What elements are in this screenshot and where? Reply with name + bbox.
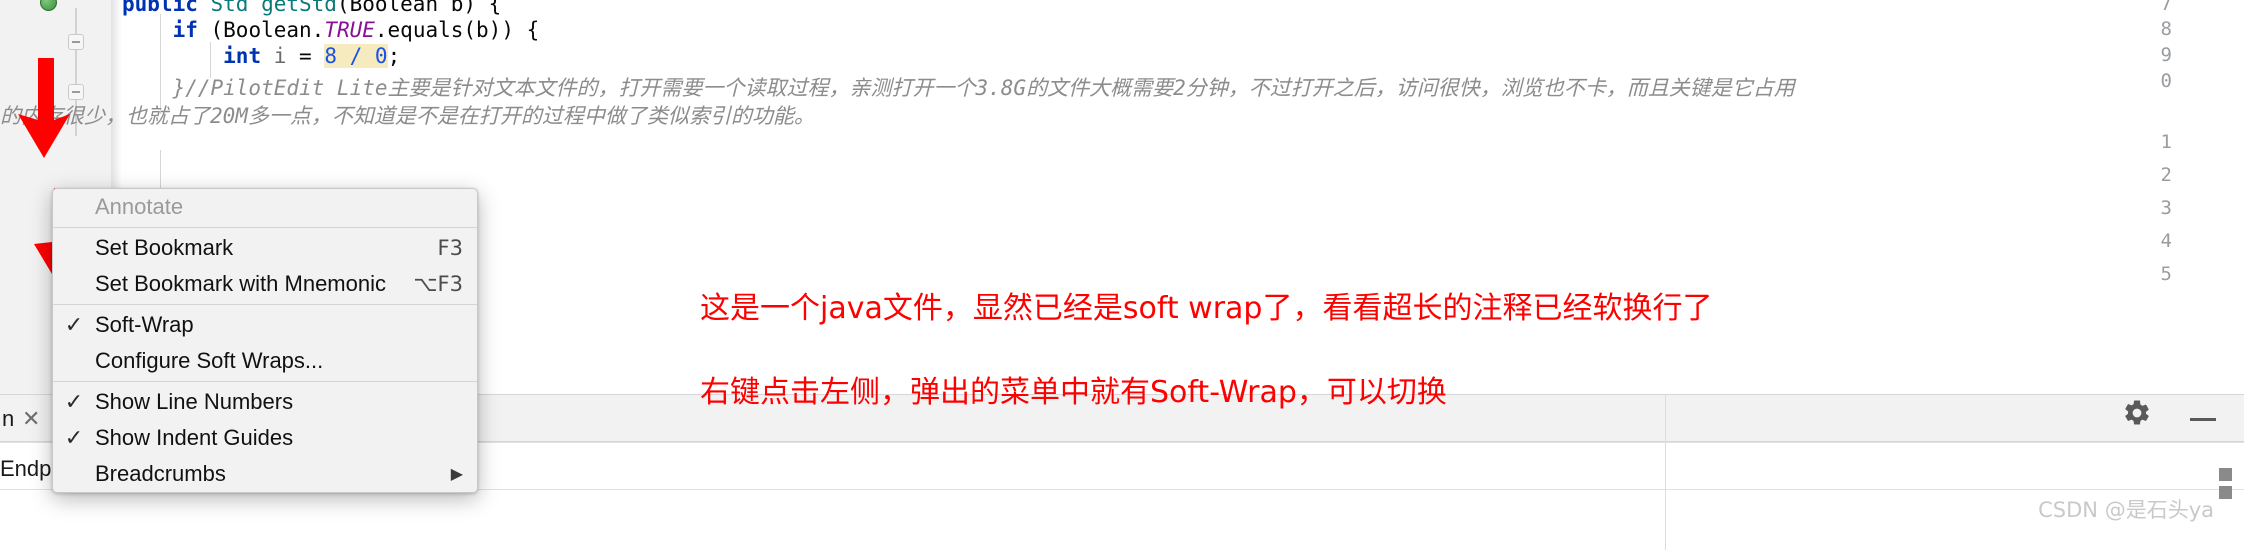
code-token: ; (387, 44, 401, 68)
code-token: i (273, 44, 287, 68)
context-menu-item-show-indent-guides[interactable]: ✓ Show Indent Guides (53, 420, 477, 456)
code-token: TRUE (324, 18, 375, 42)
context-menu-label: Set Bookmark (95, 235, 234, 260)
menu-separator (53, 227, 477, 228)
code-token: int (223, 44, 262, 68)
code-line[interactable]: public Std getStd(Boolean b) { (122, 0, 501, 16)
context-menu-label: Set Bookmark with Mnemonic (95, 271, 386, 296)
gear-icon[interactable] (2122, 398, 2152, 428)
code-token: .equals(b)) { (374, 18, 540, 42)
menu-separator (53, 304, 477, 305)
context-menu-label: Annotate (95, 194, 184, 219)
context-menu-label: Breadcrumbs (95, 461, 226, 486)
code-token: (Boolean. (197, 18, 325, 42)
annotation-text-2: 右键点击左侧，弹出的菜单中就有Soft-Wrap，可以切换 (700, 375, 1447, 410)
context-menu-item-annotate[interactable]: Annotate (53, 189, 477, 225)
context-menu-label: Show Line Numbers (95, 389, 294, 414)
comment-body-1: //PilotEdit Lite主要是针对文本文件的，打开需要一个读取过程，亲测… (185, 76, 1795, 100)
comment-line-wrapped-1[interactable]: }//PilotEdit Lite主要是针对文本文件的，打开需要一个读取过程，亲… (122, 72, 1795, 102)
context-menu-item-configure-soft-wraps[interactable]: Configure Soft Wraps... (53, 343, 477, 379)
code-token: Std (210, 0, 262, 16)
context-menu-item-set-bookmark[interactable]: Set Bookmark F3 (53, 230, 477, 266)
more-options-icon[interactable] (2219, 468, 2232, 504)
close-icon[interactable]: ✕ (22, 406, 40, 432)
checkmark-icon: ✓ (64, 389, 84, 415)
checkmark-icon: ✓ (64, 425, 84, 451)
context-menu-item-soft-wrap[interactable]: ✓ Soft-Wrap (53, 307, 477, 343)
code-token: = (286, 44, 325, 68)
code-token: if (172, 18, 198, 42)
comment-prefix: } (122, 76, 186, 100)
context-menu-label: Configure Soft Wraps... (95, 348, 324, 373)
context-menu-item-set-bookmark-mnemonic[interactable]: Set Bookmark with Mnemonic ⌥F3 (53, 266, 477, 302)
minimize-icon[interactable] (2190, 418, 2216, 421)
checkmark-icon: ✓ (64, 312, 84, 338)
code-token: getStd (261, 0, 337, 16)
code-line[interactable]: int i = 8 / 0; (122, 44, 400, 68)
code-token: 8 / 0 (324, 44, 388, 68)
comment-line-wrapped-2[interactable]: 的内存很少，也就占了20M多一点，不知道是不是在打开的过程中做了类似索引的功能。 (0, 100, 815, 130)
chevron-right-icon: ▶ (450, 466, 463, 483)
fold-collapse-icon[interactable] (68, 34, 84, 50)
gutter-context-menu[interactable]: Annotate Set Bookmark F3 Set Bookmark wi… (52, 188, 478, 493)
screenshot-root: 7 8 9 0 1 2 3 4 5 public Std getStd(Bool… (0, 0, 2244, 550)
context-menu-item-breadcrumbs[interactable]: Breadcrumbs ▶ (53, 456, 477, 492)
code-line[interactable]: if (Boolean.TRUE.equals(b)) { (122, 18, 540, 42)
panel-vertical-split[interactable] (1665, 394, 1666, 550)
code-token: public (122, 0, 211, 16)
tool-window-tab-label[interactable]: n (2, 406, 14, 432)
watermark-text: CSDN @是石头ya (2038, 498, 2214, 522)
code-token: (Boolean b) { (336, 0, 502, 16)
shortcut-label: ⌥F3 (413, 272, 463, 296)
red-arrow-annotation-1 (18, 58, 70, 158)
context-menu-label: Soft-Wrap (95, 312, 194, 337)
shortcut-label: F3 (437, 236, 463, 260)
context-menu-item-show-line-numbers[interactable]: ✓ Show Line Numbers (53, 384, 477, 420)
annotation-text-1: 这是一个java文件，显然已经是soft wrap了，看看超长的注释已经软换行了 (700, 291, 1713, 326)
context-menu-label: Show Indent Guides (95, 425, 294, 450)
menu-separator (53, 381, 477, 382)
